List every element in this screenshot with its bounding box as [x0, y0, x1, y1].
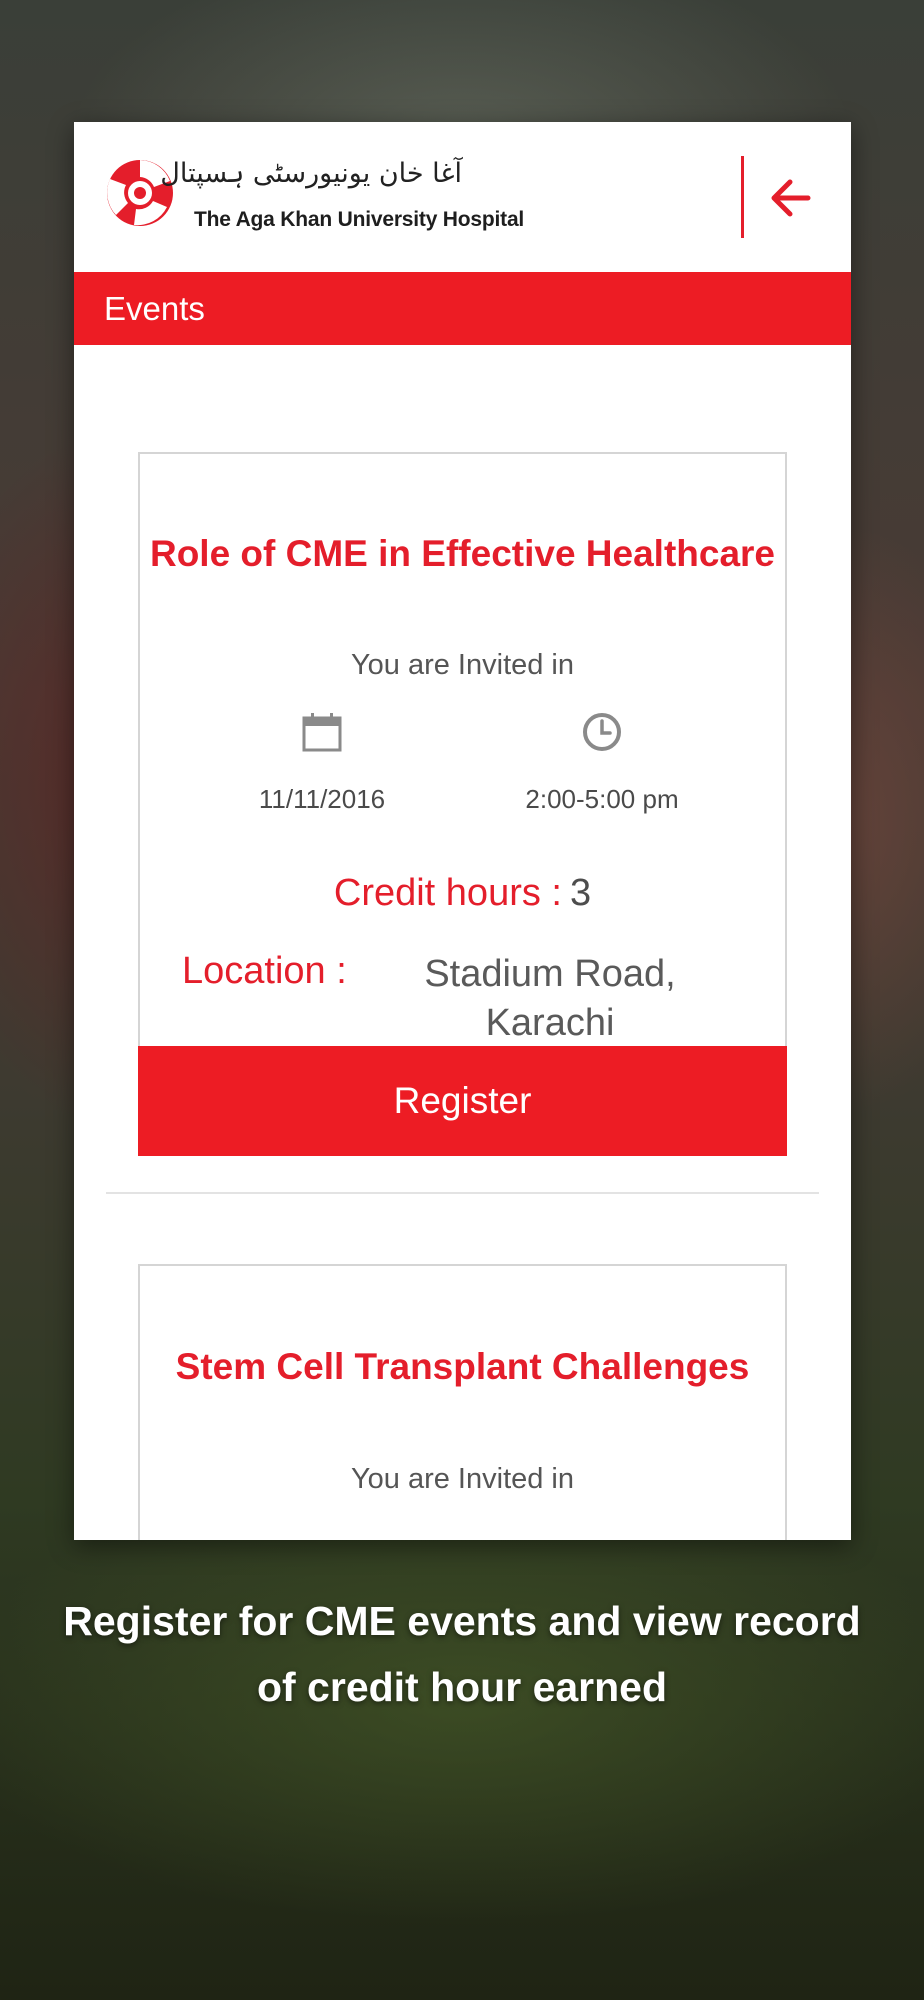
invited-text: You are Invited in	[350, 649, 575, 681]
event-time: 2:00-5:00 pm	[525, 784, 679, 814]
list-divider	[106, 1192, 819, 1194]
event-card: Role of CME in Effective Healthcare You …	[138, 452, 787, 1156]
credit-hours-row: Credit hours :3	[140, 872, 785, 915]
page-title: Events	[104, 290, 205, 327]
event-date: 11/11/2016	[258, 784, 386, 814]
calendar-icon	[302, 713, 342, 752]
clock-icon	[583, 713, 621, 751]
credit-hours-label: Credit hours :	[333, 872, 562, 914]
back-arrow-icon[interactable]	[764, 170, 822, 226]
event-card: Stem Cell Transplant Challenges You are …	[138, 1264, 787, 1540]
event-title: Stem Cell Transplant Challenges	[175, 1346, 750, 1387]
invited-text: You are Invited in	[350, 1463, 575, 1495]
logo-english-text: The Aga Khan University Hospital	[194, 208, 525, 231]
app-header: آغا خان یونیورسٹی ہسپتال The Aga Khan Un…	[74, 122, 851, 272]
app-screen: آغا خان یونیورسٹی ہسپتال The Aga Khan Un…	[74, 122, 851, 1540]
location-value: Stadium Road, Karachi	[424, 953, 676, 1044]
promo-caption: Register for CME events and view record …	[63, 1598, 861, 1710]
page-title-bar: Events	[74, 272, 851, 345]
credit-hours-value: 3	[569, 872, 592, 914]
register-button[interactable]: Register	[138, 1046, 787, 1156]
event-title: Role of CME in Effective Healthcare	[149, 533, 776, 574]
logo-urdu-text: آغا خان یونیورسٹی ہسپتال	[160, 158, 462, 189]
header-divider	[741, 156, 744, 238]
location-label: Location :	[182, 950, 347, 992]
